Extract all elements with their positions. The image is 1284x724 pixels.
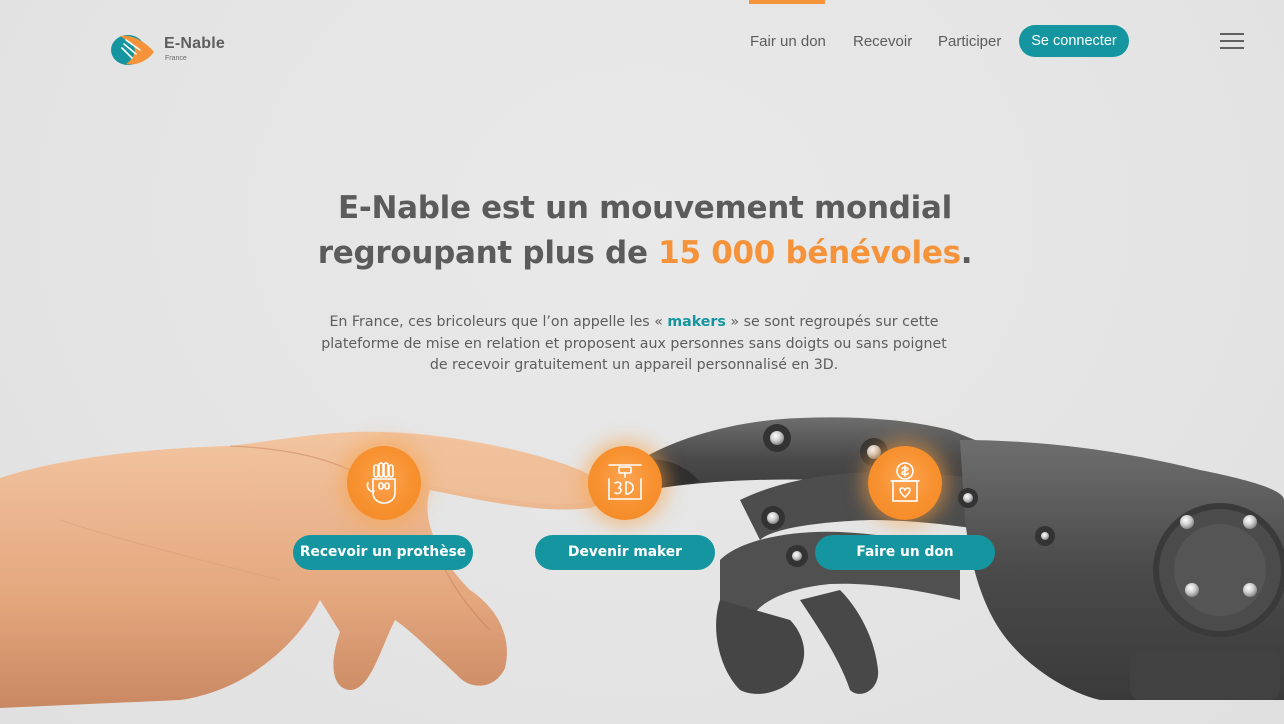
- makers-link[interactable]: makers: [667, 314, 725, 330]
- intro-line-3: de recevoir gratuitement un appareil per…: [429, 357, 839, 373]
- site-header: E-Nable France Fair un don Recevoir Part…: [0, 0, 1284, 84]
- hamburger-icon[interactable]: [1220, 31, 1244, 51]
- headline-line-1: E-Nable est un mouvement mondial: [338, 190, 952, 226]
- hero-headline: E-Nable est un mouvement mondial regroup…: [0, 186, 1284, 276]
- become-maker-button[interactable]: Devenir maker: [535, 535, 715, 570]
- hands-logo-icon: [111, 35, 154, 65]
- prosthetic-hand-icon[interactable]: [347, 446, 421, 520]
- brand-name: E-Nable: [164, 35, 225, 52]
- nav-item-fair-un-don[interactable]: Fair un don: [750, 33, 826, 50]
- nav-active-indicator: [749, 0, 825, 4]
- intro-after: » se sont regroupés sur cette: [725, 314, 939, 330]
- receive-prosthesis-button[interactable]: Recevoir un prothèse: [293, 535, 473, 570]
- hero-intro: En France, ces bricoleurs que l’on appel…: [300, 312, 968, 377]
- donate-button[interactable]: Faire un don: [815, 535, 995, 570]
- nav-item-participer[interactable]: Participer: [938, 33, 1001, 50]
- brand-logo[interactable]: E-Nable France: [110, 30, 240, 70]
- donation-box-icon[interactable]: [868, 446, 942, 520]
- 3d-printer-icon[interactable]: [588, 446, 662, 520]
- intro-line-2: plateforme de mise en relation et propos…: [321, 335, 947, 352]
- brand-subtitle: France: [165, 55, 187, 62]
- human-hand: [0, 431, 605, 708]
- headline-highlight: 15 000 bénévoles: [658, 235, 961, 271]
- login-button[interactable]: Se connecter: [1019, 25, 1129, 57]
- headline-line-2-prefix: regroupant plus de: [317, 235, 659, 271]
- intro-before: En France, ces bricoleurs que l’on appel…: [329, 314, 668, 330]
- nav-item-recevoir[interactable]: Recevoir: [853, 33, 912, 50]
- headline-suffix: .: [960, 235, 973, 271]
